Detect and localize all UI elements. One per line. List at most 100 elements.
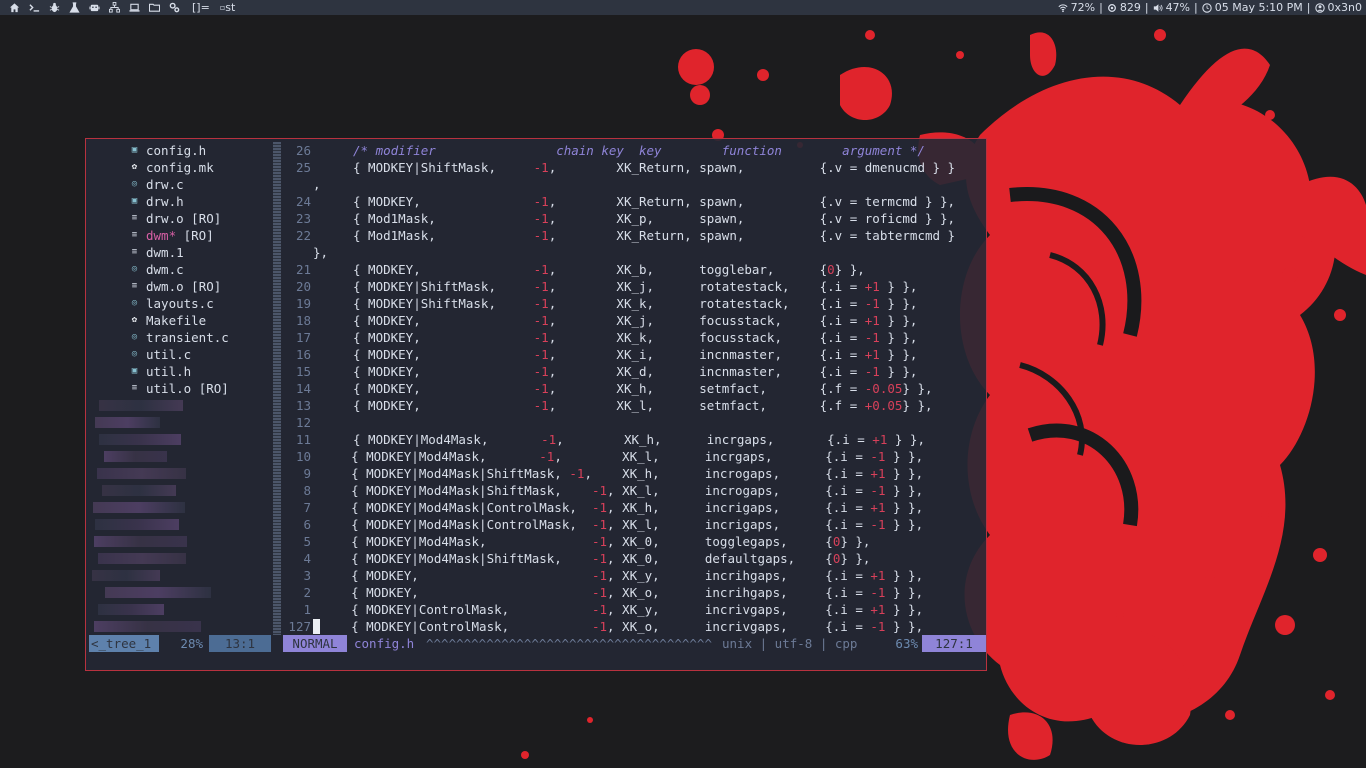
vertical-split-separator[interactable] — [273, 142, 281, 635]
line-number: 8 — [303, 483, 311, 498]
laptop-icon[interactable] — [124, 0, 144, 15]
c-file-icon: ◎ — [131, 264, 138, 274]
numeric-literal: -1 — [533, 228, 549, 243]
numeric-literal: -1 — [870, 449, 886, 464]
numeric-literal: -1 — [870, 483, 886, 498]
binary-icon: ≡ — [131, 383, 138, 393]
tree-item-label: Makefile — [146, 313, 207, 328]
code-text: { MODKEY, -1, XK_d, incnmaster, {.i = -1… — [353, 364, 918, 379]
numeric-literal: +0.05 — [864, 398, 903, 413]
code-text: }, — [313, 245, 329, 260]
current-file-name: config.h — [354, 636, 415, 651]
numeric-literal: -1 — [591, 585, 607, 600]
numeric-literal: -1 — [870, 517, 886, 532]
code-text: { MODKEY, -1, XK_Return, spawn, {.v = te… — [353, 194, 956, 209]
redacted-block — [95, 519, 179, 530]
text-cursor — [313, 619, 320, 634]
tree-item-label: util.h — [146, 364, 192, 379]
flask-icon[interactable] — [64, 0, 84, 15]
volume-icon — [1153, 3, 1163, 12]
user-status[interactable]: 0x3n0 — [1314, 0, 1362, 15]
wifi-status[interactable]: 72% — [1058, 0, 1095, 15]
file-format-info: unix | utf-8 | cpp — [722, 636, 858, 651]
home-icon[interactable] — [4, 0, 24, 15]
numeric-literal: -1 — [533, 364, 549, 379]
code-text: { MODKEY|Mod4Mask, -1, XK_h, incrgaps, {… — [353, 432, 925, 447]
cpu-icon — [1107, 3, 1116, 12]
tree-item-label: transient.c — [146, 330, 229, 345]
line-number: 4 — [303, 551, 311, 566]
clock-status[interactable]: 05 May 5:10 PM — [1202, 0, 1303, 15]
clock-icon — [1202, 2, 1212, 13]
line-number: 11 — [295, 432, 311, 447]
robot-icon[interactable] — [84, 0, 104, 15]
terminal-icon[interactable] — [24, 0, 44, 15]
numeric-literal: -1 — [591, 483, 608, 498]
code-text: { MODKEY|Mod4Mask|ShiftMask, -1, XK_0, d… — [321, 551, 871, 566]
tree-item-label: drw.c — [146, 177, 184, 192]
tree-item-label: drw.o — [146, 211, 184, 226]
line-number: 7 — [303, 500, 311, 515]
numeric-literal: -1 — [533, 296, 549, 311]
vim-mode-indicator: NORMAL — [283, 635, 347, 652]
bug-icon[interactable] — [44, 0, 64, 15]
line-number: 26 — [295, 143, 311, 158]
tree-item-label: dwm.c — [146, 262, 184, 277]
redacted-block — [105, 587, 211, 598]
editor-buffer[interactable]: 26/* modifier chain key key function arg… — [281, 142, 986, 635]
window-title-text: st — [225, 1, 236, 14]
user-value: 0x3n0 — [1327, 1, 1362, 14]
line-number: 25 — [295, 160, 311, 175]
header-icon: ▣ — [131, 196, 138, 206]
nerdtree-panel[interactable]: ▣ config.h ✿ config.mk ◎ drw.c ▣ drw.h ≡ drw.o [R… — [88, 142, 272, 635]
user-icon — [1314, 2, 1325, 13]
numeric-literal: -1 — [533, 330, 549, 345]
numeric-literal: -1 — [591, 602, 607, 617]
line-number: 15 — [295, 364, 311, 379]
binary-icon: ≡ — [131, 230, 138, 240]
line-number: 6 — [303, 517, 311, 532]
redacted-block — [98, 553, 186, 564]
numeric-literal: -1 — [533, 160, 549, 175]
c-file-icon: ◎ — [131, 332, 138, 342]
separator: | — [1194, 1, 1198, 14]
numeric-literal: +1 — [870, 500, 886, 515]
numeric-literal: -1 — [864, 296, 880, 311]
topbar-left: []= ▫st — [4, 0, 235, 15]
redacted-block — [94, 536, 187, 547]
folder-icon[interactable] — [144, 0, 164, 15]
redacted-block — [99, 434, 181, 445]
volume-status[interactable]: 47% — [1153, 0, 1190, 15]
statusline-fill: ^^^^^^^^^^^^^^^^^^^^^^^^^^^^^^^^^^^^^^ — [426, 636, 712, 651]
gears-icon[interactable] — [164, 0, 184, 15]
numeric-literal: +1 — [864, 347, 880, 362]
code-text: { MODKEY|Mod4Mask|ShiftMask, -1, XK_h, i… — [321, 466, 924, 481]
header-icon: ▣ — [131, 366, 138, 376]
network-icon[interactable] — [104, 0, 124, 15]
line-number: 20 — [295, 279, 311, 294]
redacted-block — [94, 621, 201, 632]
line-number: 22 — [295, 228, 311, 243]
layout-symbol[interactable]: []= — [192, 0, 210, 15]
numeric-literal: -1 — [591, 517, 608, 532]
line-number: 17 — [295, 330, 311, 345]
window-title: ▫st — [220, 0, 235, 15]
line-number: 5 — [303, 534, 311, 549]
separator: | — [1099, 1, 1103, 14]
numeric-literal: -1 — [539, 449, 555, 464]
cpu-status[interactable]: 829 — [1107, 0, 1141, 15]
numeric-literal: -1 — [864, 330, 880, 345]
tree-item-label: drw.h — [146, 194, 184, 209]
terminal-window[interactable]: ▣ config.h ✿ config.mk ◎ drw.c ▣ drw.h ≡ drw.o [R… — [85, 138, 987, 671]
numeric-literal: -1 — [533, 279, 549, 294]
numeric-literal: 0 — [827, 262, 835, 277]
volume-value: 47% — [1165, 1, 1191, 14]
numeric-literal: -1 — [533, 211, 549, 226]
numeric-literal: +1 — [870, 602, 886, 617]
code-text: { MODKEY, -1, XK_l, setmfact, {.f = +0.0… — [353, 398, 933, 413]
datetime-value: 05 May 5:10 PM — [1214, 1, 1303, 14]
tree-item-label: util.o — [146, 381, 192, 396]
numeric-literal: -1 — [870, 585, 886, 600]
redacted-block — [93, 502, 185, 513]
code-text: { Mod1Mask, -1, XK_p, spawn, {.v = rofic… — [353, 211, 956, 226]
